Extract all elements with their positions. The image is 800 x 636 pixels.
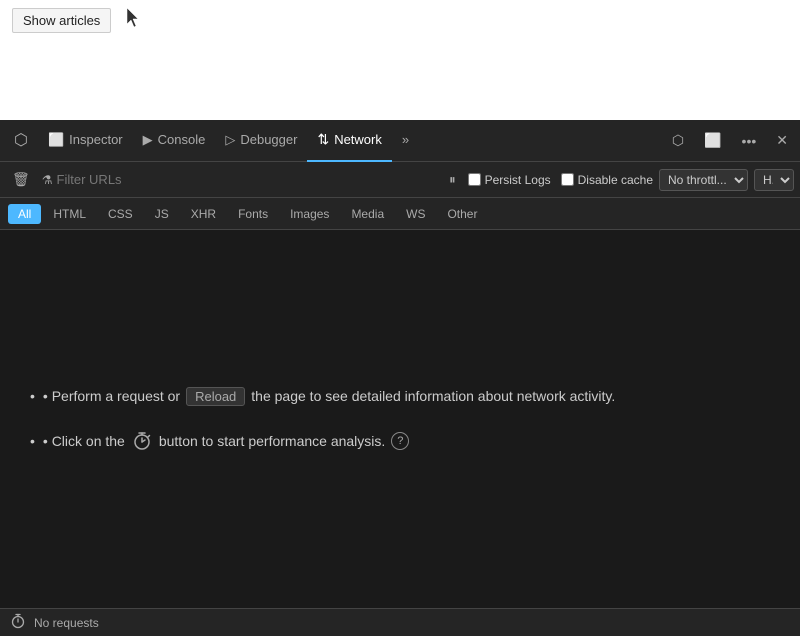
type-filter-fonts[interactable]: Fonts <box>228 204 278 224</box>
tab-inspector[interactable]: ⬜ Inspector <box>38 120 133 162</box>
console-icon: ▶ <box>143 132 153 148</box>
cursor-arrow <box>127 8 141 28</box>
filter-input-wrap: ⚗ <box>42 172 437 187</box>
filter-bar: 🗑 ⚗ ⏸ Persist Logs Disable cache No thro… <box>0 162 800 198</box>
filter-checkboxes: Persist Logs Disable cache <box>468 173 653 187</box>
filter-funnel-icon: ⚗ <box>42 173 53 187</box>
tab-pick-element[interactable]: ⬡ <box>4 120 38 162</box>
throttle-select[interactable]: No throttl... <box>659 169 748 191</box>
no-requests-label: No requests <box>34 616 99 630</box>
status-bar: No requests <box>0 608 800 636</box>
toolbar-right: ⬡ ⬜ ••• ✕ <box>664 126 796 155</box>
filter-url-input[interactable] <box>57 172 438 187</box>
pause-button[interactable]: ⏸ <box>443 168 462 192</box>
screenshot-icon: ⬡ <box>672 132 684 148</box>
info-line-2: • • Click on the button to start perform… <box>30 430 409 452</box>
bullet-2: • <box>30 433 35 449</box>
info-line-1: • • Perform a request or Reload the page… <box>30 387 615 406</box>
persist-logs-input[interactable] <box>468 173 481 186</box>
responsive-icon: ⬜ <box>704 132 721 148</box>
main-content: • • Perform a request or Reload the page… <box>0 230 800 608</box>
line2-suffix-text: button to start performance analysis. <box>159 433 385 449</box>
browser-top: Show articles <box>0 0 800 120</box>
inspector-label: Inspector <box>69 132 122 147</box>
debugger-icon: ▷ <box>225 132 235 148</box>
screenshot-button[interactable]: ⬡ <box>664 126 692 155</box>
type-filter-css[interactable]: CSS <box>98 204 143 224</box>
type-filter-media[interactable]: Media <box>341 204 394 224</box>
tab-debugger[interactable]: ▷ Debugger <box>215 120 307 162</box>
responsive-design-button[interactable]: ⬜ <box>696 126 729 155</box>
reload-badge[interactable]: Reload <box>186 387 245 406</box>
type-filter-images[interactable]: Images <box>280 204 339 224</box>
devtools-toolbar: ⬡ ⬜ Inspector ▶ Console ▷ Debugger ⇅ Net… <box>0 120 800 162</box>
pick-element-icon: ⬡ <box>14 130 28 150</box>
clear-requests-button[interactable]: 🗑 <box>6 167 36 192</box>
more-tabs-icon: » <box>402 132 409 147</box>
pause-icon: ⏸ <box>449 172 456 188</box>
persist-logs-label: Persist Logs <box>485 173 551 187</box>
type-filter-xhr[interactable]: XHR <box>181 204 226 224</box>
type-filter-html[interactable]: HTML <box>43 204 96 224</box>
type-filter-bar: All HTML CSS JS XHR Fonts Images Media W… <box>0 198 800 230</box>
tab-console[interactable]: ▶ Console <box>133 120 216 162</box>
close-icon: ✕ <box>776 132 788 148</box>
tab-more[interactable]: » <box>392 120 419 162</box>
type-filter-other[interactable]: Other <box>437 204 487 224</box>
console-label: Console <box>158 132 206 147</box>
line2-prefix-text: • Click on the <box>43 433 125 449</box>
h-select[interactable]: H... <box>754 169 794 191</box>
disable-cache-checkbox[interactable]: Disable cache <box>561 173 653 187</box>
network-icon: ⇅ <box>317 131 329 148</box>
help-icon[interactable]: ? <box>391 432 409 450</box>
close-devtools-button[interactable]: ✕ <box>768 126 796 155</box>
type-filter-all[interactable]: All <box>8 204 41 224</box>
trash-icon: 🗑 <box>12 171 30 187</box>
disable-cache-input[interactable] <box>561 173 574 186</box>
line1-suffix-text: the page to see detailed information abo… <box>251 388 615 404</box>
disable-cache-label: Disable cache <box>578 173 653 187</box>
type-filter-ws[interactable]: WS <box>396 204 435 224</box>
network-label: Network <box>334 132 382 147</box>
persist-logs-checkbox[interactable]: Persist Logs <box>468 173 551 187</box>
inspector-icon: ⬜ <box>48 132 64 148</box>
tab-network[interactable]: ⇅ Network <box>307 120 391 162</box>
ellipsis-icon: ••• <box>742 133 757 149</box>
devtools-panel: ⬡ ⬜ Inspector ▶ Console ▷ Debugger ⇅ Net… <box>0 120 800 636</box>
more-options-button[interactable]: ••• <box>734 127 765 155</box>
line1-prefix-text: • Perform a request or <box>43 388 180 404</box>
performance-stopwatch-icon <box>131 430 153 452</box>
bullet-1: • <box>30 388 35 404</box>
type-filter-js[interactable]: JS <box>145 204 179 224</box>
show-articles-button[interactable]: Show articles <box>12 8 111 33</box>
stopwatch-status-icon <box>10 613 26 632</box>
debugger-label: Debugger <box>240 132 297 147</box>
